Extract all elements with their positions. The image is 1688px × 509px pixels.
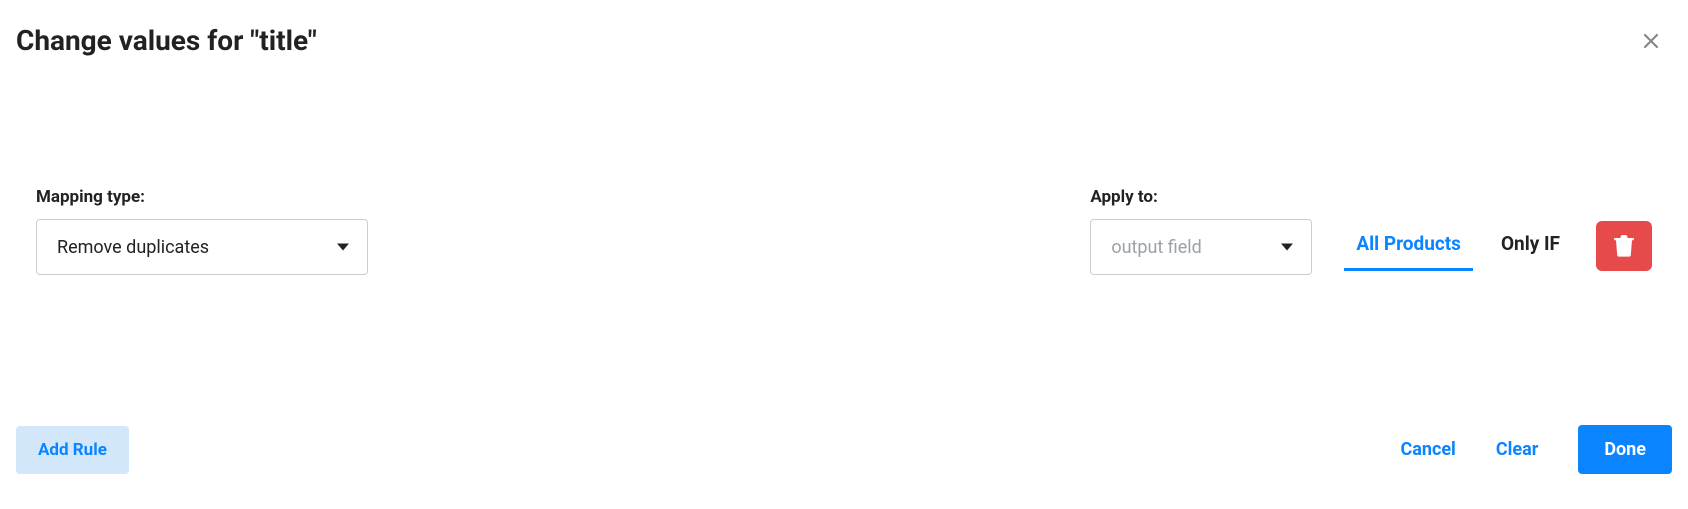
tab-all-products[interactable]: All Products (1356, 222, 1461, 269)
cancel-button[interactable]: Cancel (1380, 429, 1475, 470)
done-button[interactable]: Done (1578, 425, 1672, 474)
change-values-dialog: Change values for "title" Mapping type: … (0, 0, 1688, 494)
dialog-header: Change values for "title" (16, 24, 1672, 57)
scope-tabs: All Products Only IF (1356, 222, 1560, 269)
apply-to-group: Apply to: output field (1090, 187, 1312, 275)
mapping-type-select[interactable]: Remove duplicates (36, 219, 368, 275)
add-rule-button[interactable]: Add Rule (16, 426, 129, 474)
delete-rule-button[interactable] (1596, 221, 1652, 271)
mapping-type-group: Mapping type: Remove duplicates (36, 187, 368, 275)
tab-only-if[interactable]: Only IF (1501, 222, 1560, 269)
dialog-footer: Add Rule Cancel Clear Done (16, 425, 1672, 474)
rule-row: Mapping type: Remove duplicates Apply to… (16, 187, 1672, 275)
apply-to-select[interactable]: output field (1090, 219, 1312, 275)
trash-icon (1614, 235, 1634, 257)
dialog-title: Change values for "title" (16, 24, 317, 57)
apply-to-label: Apply to: (1090, 187, 1312, 207)
close-icon[interactable] (1638, 28, 1664, 54)
apply-to-placeholder: output field (1111, 237, 1202, 258)
mapping-type-value: Remove duplicates (57, 237, 209, 258)
chevron-down-icon (337, 244, 349, 251)
chevron-down-icon (1281, 244, 1293, 251)
clear-button[interactable]: Clear (1476, 429, 1559, 470)
mapping-type-label: Mapping type: (36, 187, 368, 207)
